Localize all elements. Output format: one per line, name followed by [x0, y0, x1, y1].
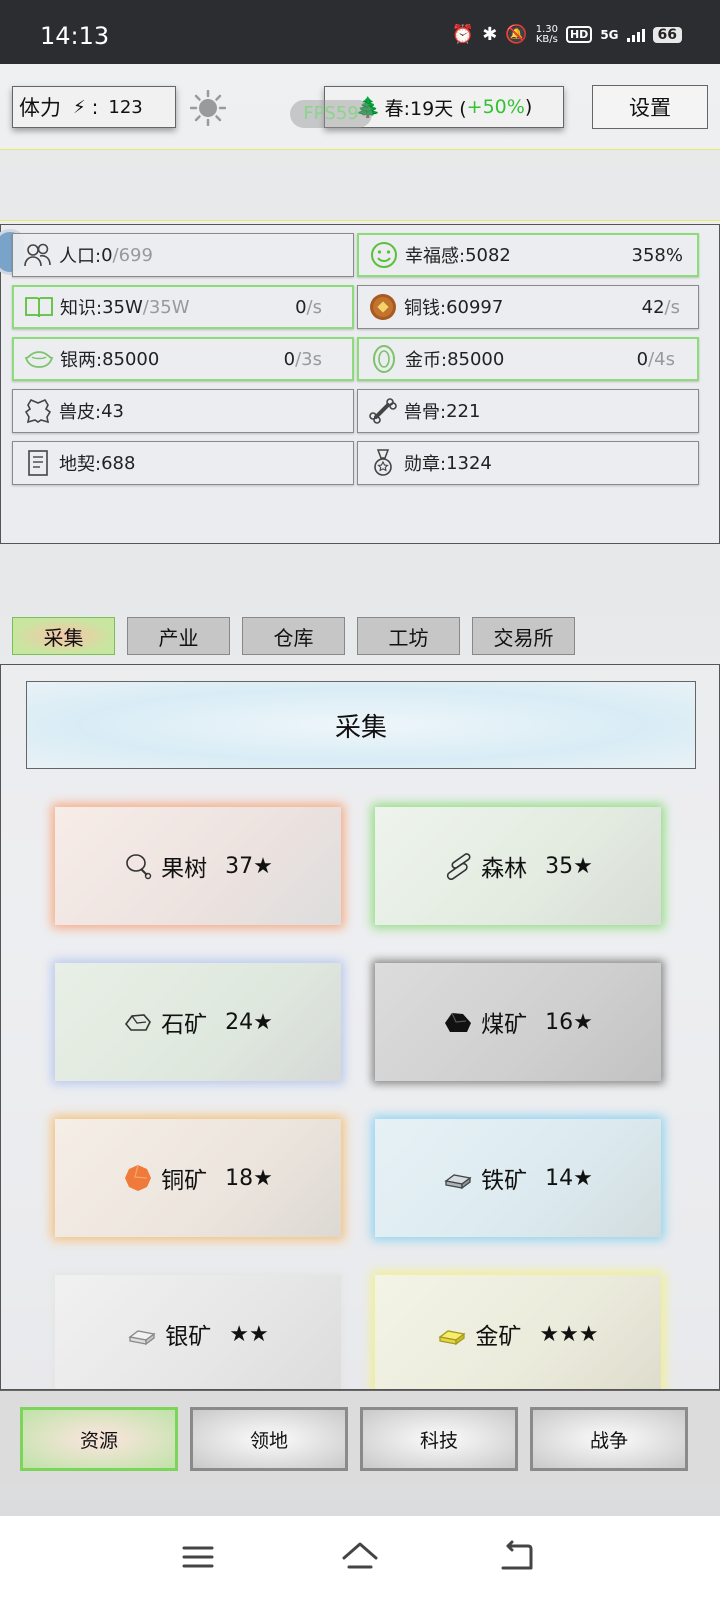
resource-happiness: 幸福感: 5082 358%	[357, 233, 699, 277]
card-name: 果树	[161, 856, 208, 882]
status-icons: ⏰ ✱ 🔕 1.30 KB/s HD 5G 66	[452, 24, 682, 45]
lightning-icon: ⚡	[73, 96, 86, 118]
tab-warehouse[interactable]: 仓库	[242, 617, 345, 655]
gold-rate: 0/4s	[636, 348, 675, 370]
silver-ingot-icon	[127, 1319, 157, 1349]
hd-icon: HD	[565, 26, 593, 43]
resource-population: 人口: 0/699	[12, 233, 354, 277]
silver-rate: 0/3s	[283, 348, 322, 370]
battery-indicator: 66	[652, 26, 682, 43]
gather-card-gold-mine[interactable]: 金矿 ★★★	[375, 1275, 661, 1389]
gather-card-silver-mine[interactable]: 银矿 ★★	[55, 1275, 341, 1389]
card-name: 银矿	[165, 1324, 212, 1350]
hide-icon	[21, 396, 55, 426]
network-type: 5G	[600, 27, 619, 42]
card-name: 金矿	[475, 1324, 522, 1350]
gather-card-coal-mine[interactable]: 煤矿 16★	[375, 963, 661, 1081]
gather-card-fruit-tree[interactable]: 果树 37★	[55, 807, 341, 925]
season-bonus: +50%	[466, 96, 525, 118]
section-title: 采集	[26, 681, 696, 769]
gather-card-iron-mine[interactable]: 铁矿 14★	[375, 1119, 661, 1237]
resource-knowledge: 知识: 35W/35W 0/s	[12, 285, 354, 329]
game-screen: 体力 ⚡ : 123 🌲 春:19天 ( +50% ) FPS59 设置 人口:…	[0, 64, 720, 1516]
card-stars: 35★	[545, 853, 593, 879]
silver-ingot-icon	[22, 344, 56, 374]
resource-deed: 地契: 688	[12, 441, 354, 485]
category-tabs: 采集 产业 仓库 工坊 交易所	[12, 617, 575, 655]
knowledge-rate: 0/s	[295, 296, 322, 318]
nav-war[interactable]: 战争	[530, 1407, 688, 1471]
card-name: 铁矿	[481, 1168, 528, 1194]
menu-icon[interactable]	[180, 1538, 220, 1578]
back-icon[interactable]	[500, 1538, 540, 1578]
meat-icon	[123, 851, 153, 881]
tab-exchange[interactable]: 交易所	[472, 617, 575, 655]
tab-industry[interactable]: 产业	[127, 617, 230, 655]
bottom-nav: 资源 领地 科技 战争	[0, 1390, 720, 1486]
status-time: 14:13	[40, 22, 110, 50]
card-stars: 24★	[225, 1009, 273, 1035]
system-nav-bar	[0, 1516, 720, 1600]
copper-coin-icon	[366, 292, 400, 322]
iron-ingot-icon	[443, 1163, 473, 1193]
log-icon	[443, 851, 473, 881]
gather-card-copper-mine[interactable]: 铜矿 18★	[55, 1119, 341, 1237]
bluetooth-icon: ✱	[482, 24, 498, 45]
home-icon[interactable]	[340, 1538, 380, 1578]
stamina-label: 体力	[19, 96, 61, 120]
stamina-value: 123	[108, 96, 143, 118]
scroll-icon	[21, 448, 55, 478]
bone-icon	[366, 396, 400, 426]
notice-bar	[0, 149, 720, 221]
nav-resources[interactable]: 资源	[20, 1407, 178, 1471]
gather-content: 采集 果树 37★ 森林 35★ 石矿 24★ 煤矿 16★ 铜矿 18★ 铁矿…	[0, 664, 720, 1390]
settings-button[interactable]: 设置	[592, 85, 708, 129]
nav-territory[interactable]: 领地	[190, 1407, 348, 1471]
resource-bone: 兽骨: 221	[357, 389, 699, 433]
resource-silver: 银两: 85000 0/3s	[12, 337, 354, 381]
resource-hide: 兽皮: 43	[12, 389, 354, 433]
fps-counter: FPS59	[290, 100, 372, 128]
tab-gather[interactable]: 采集	[12, 617, 115, 655]
resource-medal: 勋章: 1324	[357, 441, 699, 485]
coal-icon	[443, 1007, 473, 1037]
medal-icon	[366, 448, 400, 478]
tab-workshop[interactable]: 工坊	[357, 617, 460, 655]
sun-weather-icon	[190, 90, 226, 126]
card-name: 森林	[481, 856, 528, 882]
stone-icon	[123, 1007, 153, 1037]
card-stars: 18★	[225, 1165, 273, 1191]
copper-ore-icon	[123, 1163, 153, 1193]
stamina-box: 体力 ⚡ : 123	[12, 86, 176, 128]
signal-icon	[626, 28, 645, 42]
card-stars: 37★	[225, 853, 273, 879]
card-name: 煤矿	[481, 1012, 528, 1038]
alarm-icon: ⏰	[451, 24, 475, 45]
gather-card-forest[interactable]: 森林 35★	[375, 807, 661, 925]
card-stars: 16★	[545, 1009, 593, 1035]
happiness-percent: 358%	[631, 244, 683, 266]
resource-gold-coin: 金币: 85000 0/4s	[357, 337, 699, 381]
copper-rate: 42/s	[641, 296, 680, 318]
card-name: 铜矿	[161, 1168, 208, 1194]
smile-icon	[367, 240, 401, 270]
card-name: 石矿	[161, 1012, 208, 1038]
gold-ingot-icon	[437, 1319, 467, 1349]
people-icon	[21, 240, 55, 270]
book-icon	[22, 292, 56, 322]
stamina-separator: :	[91, 95, 99, 119]
card-stars: ★★★	[539, 1321, 599, 1347]
season-close: )	[524, 96, 533, 118]
status-bar: 14:13 ⏰ ✱ 🔕 1.30 KB/s HD 5G 66	[0, 0, 720, 64]
gold-coin-icon	[367, 344, 401, 374]
resource-copper-coin: 铜钱: 60997 42/s	[357, 285, 699, 329]
card-stars: 14★	[545, 1165, 593, 1191]
mute-icon: 🔕	[505, 24, 528, 45]
card-stars: ★★	[229, 1321, 269, 1347]
nav-technology[interactable]: 科技	[360, 1407, 518, 1471]
resource-panel: 人口: 0/699 幸福感: 5082 358% 知识: 35W/35W 0/s 铜钱…	[0, 224, 720, 544]
season-text: 春:19天 (	[384, 97, 467, 120]
gather-card-stone-mine[interactable]: 石矿 24★	[55, 963, 341, 1081]
net-speed: 1.30 KB/s	[535, 23, 558, 45]
